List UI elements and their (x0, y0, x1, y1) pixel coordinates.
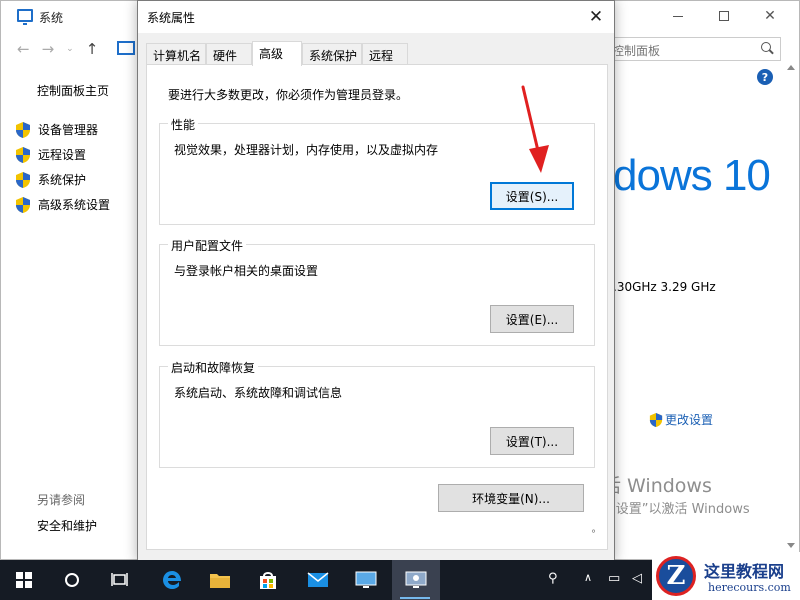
dialog-close-button[interactable]: ✕ (578, 4, 614, 30)
system-window-title: 系统 (39, 11, 64, 25)
shield-icon (649, 412, 663, 428)
mail-envelope-icon (307, 572, 329, 587)
maximize-icon (719, 11, 729, 21)
change-settings-label: 更改设置 (665, 413, 714, 427)
task-view-icon (111, 573, 128, 586)
admin-note: 要进行大多数更改，你必须作为管理员登录。 (168, 88, 409, 102)
help-icon[interactable]: ? (757, 69, 773, 85)
address-computer-icon (117, 41, 135, 55)
environment-variables-button[interactable]: 环境变量(N)... (438, 484, 584, 512)
sidebar-item-device-manager[interactable]: 设备管理器 (15, 117, 110, 142)
shield-icon (15, 121, 31, 139)
tab-remote[interactable]: 远程 (362, 43, 408, 65)
people-icon[interactable]: ⚲ (548, 571, 558, 586)
dialog-titlebar: 系统属性 ✕ (138, 1, 614, 33)
watermark-site-name: 这里教程网 (704, 562, 785, 581)
volume-icon[interactable]: ◁ (632, 571, 642, 586)
edge-browser-button[interactable] (148, 560, 196, 600)
maximize-button[interactable] (701, 1, 747, 31)
sidebar-item-label: 远程设置 (38, 148, 87, 162)
windows-10-logo-text: dows 10 (613, 151, 771, 200)
dialog-title: 系统属性 (147, 11, 196, 25)
startup-recovery-description: 系统启动、系统故障和调试信息 (174, 386, 343, 400)
tray-overflow-chevron-icon[interactable]: ∧ (584, 571, 592, 584)
minimize-button[interactable] (655, 1, 701, 31)
sidebar-item-system-protection[interactable]: 系统保护 (15, 167, 110, 192)
minimize-icon (673, 15, 683, 17)
user-profiles-settings-button[interactable]: 设置(E)... (490, 305, 574, 333)
forward-arrow-icon[interactable]: → (42, 40, 55, 58)
user-profiles-group: 用户配置文件 与登录帐户相关的桌面设置 设置(E)... (159, 237, 595, 346)
tab-system-protection[interactable]: 系统保护 (302, 43, 362, 65)
performance-description: 视觉效果，处理器计划，内存使用，以及虚拟内存 (174, 143, 439, 157)
performance-settings-button[interactable]: 设置(S)... (490, 182, 574, 210)
start-button[interactable] (0, 560, 48, 600)
change-settings-link[interactable]: 更改设置 (649, 411, 713, 428)
site-watermark: Z 这里教程网 herecours.com (652, 552, 800, 600)
user-profiles-group-label: 用户配置文件 (168, 237, 247, 254)
shield-icon (15, 196, 31, 214)
security-maintenance-link[interactable]: 安全和维护 (37, 517, 97, 534)
sidebar-item-label: 系统保护 (38, 173, 87, 187)
store-button[interactable] (244, 560, 292, 600)
shield-icon (15, 146, 31, 164)
processor-speed: .30GHz 3.29 GHz (613, 280, 716, 294)
file-explorer-button[interactable] (196, 560, 244, 600)
startup-recovery-group: 启动和故障恢复 系统启动、系统故障和调试信息 设置(T)... (159, 359, 595, 468)
sidebar-item-remote-settings[interactable]: 远程设置 (15, 142, 110, 167)
see-also-heading: 另请参阅 (37, 493, 86, 507)
cortana-button[interactable] (48, 560, 96, 600)
watermark-logo: Z (656, 556, 696, 596)
computer-icon (17, 9, 33, 25)
cortana-circle-icon (65, 573, 79, 587)
scroll-down-icon[interactable] (787, 543, 795, 548)
folder-icon (210, 574, 230, 588)
active-app-indicator (400, 597, 430, 599)
sidebar-item-label: 高级系统设置 (38, 198, 111, 212)
user-profiles-description: 与登录帐户相关的桌面设置 (174, 264, 319, 278)
recent-dropdown-icon[interactable]: ⌄ (66, 44, 74, 54)
startup-recovery-group-label: 启动和故障恢复 (168, 359, 259, 376)
edge-icon (163, 571, 181, 589)
system-properties-taskbar-button[interactable] (392, 560, 440, 600)
startup-recovery-settings-button[interactable]: 设置(T)... (490, 427, 574, 455)
shield-icon (15, 171, 31, 189)
sidebar-item-label: 设备管理器 (38, 123, 99, 137)
navigation-bar: ← → ⌄ ↑ (17, 39, 98, 59)
up-arrow-icon[interactable]: ↑ (86, 40, 99, 58)
tab-computer-name[interactable]: 计算机名 (146, 43, 206, 65)
system-close-button[interactable]: ✕ (747, 1, 793, 31)
computer-monitor-icon (355, 571, 377, 588)
performance-group-label: 性能 (168, 116, 199, 133)
resize-grip-icon: ° (591, 529, 596, 540)
system-window-taskbar-button[interactable] (342, 560, 390, 600)
watermark-url: herecours.com (708, 581, 791, 594)
control-panel-home-link[interactable]: 控制面板主页 (37, 82, 109, 99)
windows-start-icon (16, 572, 32, 588)
annotation-arrow-icon (521, 85, 549, 173)
close-icon: ✕ (588, 7, 604, 27)
task-view-button[interactable] (96, 560, 144, 600)
system-properties-icon (405, 571, 427, 588)
mail-button[interactable] (294, 560, 342, 600)
sidebar-list: 设备管理器 远程设置 系统保护 高级系统设置 (15, 117, 110, 217)
search-icon[interactable] (761, 42, 771, 52)
network-icon[interactable]: ▭ (608, 571, 620, 586)
search-input[interactable]: 控制面板 (603, 37, 781, 61)
scroll-up-icon[interactable] (787, 65, 795, 70)
back-arrow-icon[interactable]: ← (17, 40, 30, 58)
tab-hardware[interactable]: 硬件 (206, 43, 252, 65)
store-bag-icon (260, 572, 276, 589)
close-icon: ✕ (764, 8, 776, 24)
tab-advanced[interactable]: 高级 (252, 41, 302, 66)
sidebar-item-advanced-settings[interactable]: 高级系统设置 (15, 192, 110, 217)
